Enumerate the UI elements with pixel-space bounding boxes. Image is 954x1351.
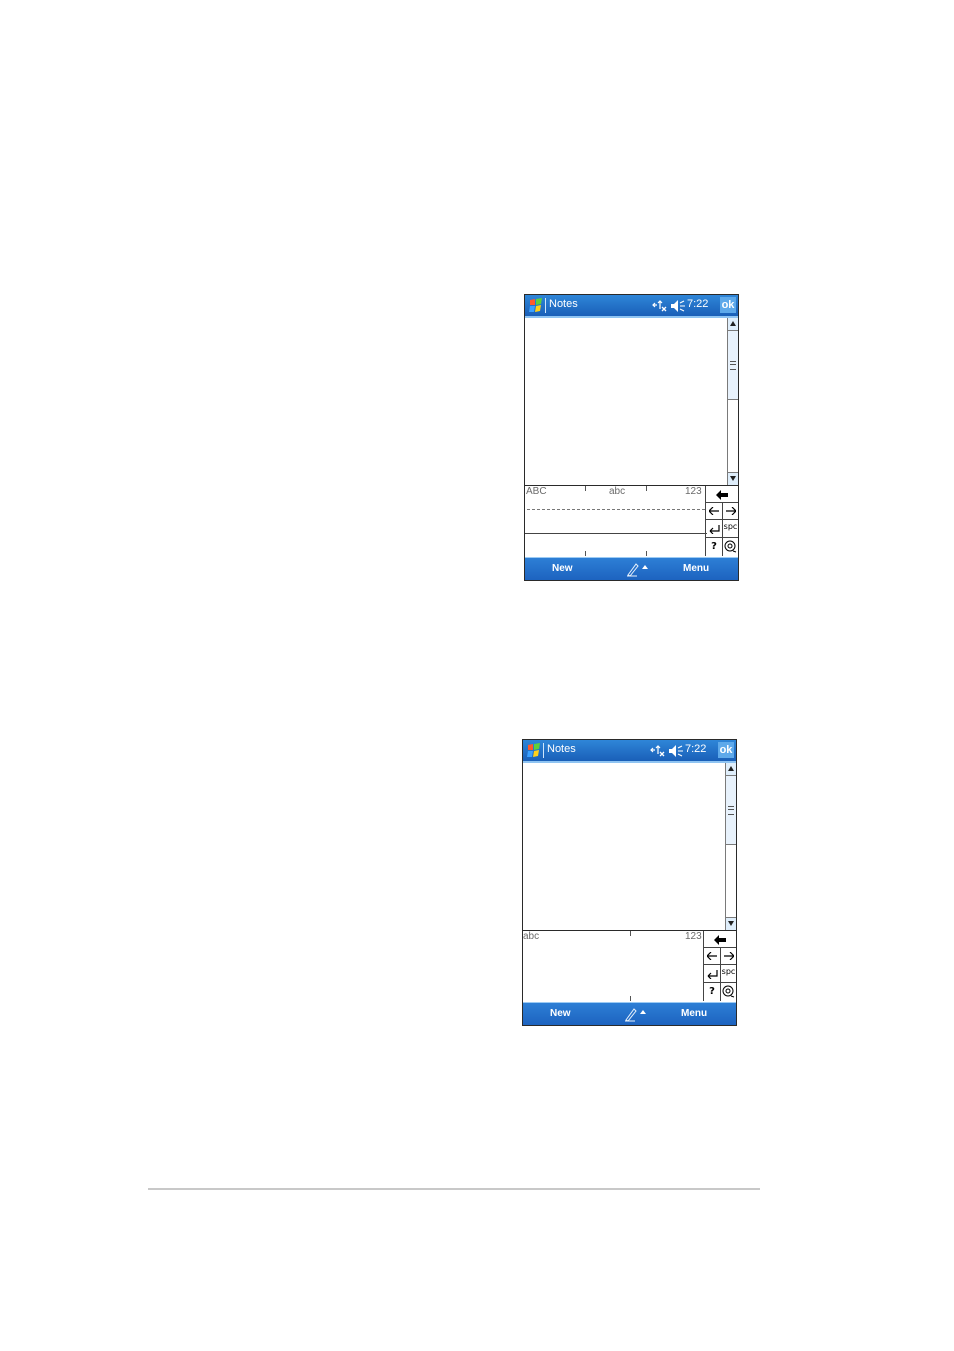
scroll-thumb[interactable] xyxy=(728,331,738,400)
scroll-up-button[interactable] xyxy=(726,763,736,776)
enter-key[interactable] xyxy=(704,965,720,983)
menu-button[interactable]: Menu xyxy=(683,563,709,574)
grip-icon xyxy=(730,361,736,370)
menu-bar: New Menu xyxy=(523,1002,736,1025)
down-arrow-icon xyxy=(728,921,734,926)
input-panel: abc 123 spc ? xyxy=(523,930,736,1001)
left-arrow-key[interactable] xyxy=(704,948,720,965)
grip-icon xyxy=(728,806,734,815)
left-arrow-key[interactable] xyxy=(706,503,722,520)
ok-button[interactable]: ok xyxy=(720,297,736,313)
right-arrow-icon xyxy=(723,951,734,961)
recognizer-keys: spc ? xyxy=(703,931,736,1001)
note-writing-area[interactable] xyxy=(523,763,725,930)
space-key[interactable]: spc xyxy=(720,965,736,983)
backspace-icon xyxy=(716,490,728,500)
navigation-bar: Notes 7:22 ok xyxy=(523,740,736,763)
vertical-scrollbar[interactable] xyxy=(725,763,736,930)
up-arrow-icon xyxy=(730,321,736,326)
input-panel: ABC abc 123 spc ? xyxy=(525,485,738,556)
page-footer-rule xyxy=(148,1188,760,1190)
speaker-icon[interactable] xyxy=(670,299,686,313)
app-title: Notes xyxy=(549,298,578,310)
vertical-scrollbar[interactable] xyxy=(727,318,738,485)
space-key[interactable]: spc xyxy=(722,520,738,538)
pen-icon[interactable] xyxy=(623,1006,649,1022)
navigation-bar: Notes 7:22 ok xyxy=(525,295,738,318)
enter-icon xyxy=(709,525,720,535)
pda-screen-notes-2: Notes 7:22 ok abc 123 spc ? New Menu xyxy=(522,739,737,1026)
menu-bar: New Menu xyxy=(525,557,738,580)
right-arrow-icon xyxy=(725,506,736,516)
at-icon xyxy=(722,985,735,998)
new-button[interactable]: New xyxy=(550,1008,571,1019)
note-writing-area[interactable] xyxy=(525,318,727,485)
scroll-down-button[interactable] xyxy=(728,472,738,485)
app-title: Notes xyxy=(547,743,576,755)
left-arrow-icon xyxy=(708,506,719,516)
start-icon[interactable] xyxy=(527,297,544,314)
new-button[interactable]: New xyxy=(552,563,573,574)
handwriting-zone[interactable] xyxy=(525,486,707,556)
nav-separator xyxy=(543,743,544,758)
backspace-key[interactable] xyxy=(706,486,738,503)
scroll-down-button[interactable] xyxy=(726,917,736,930)
menu-button[interactable]: Menu xyxy=(681,1008,707,1019)
right-arrow-key[interactable] xyxy=(722,503,738,520)
backspace-key[interactable] xyxy=(704,931,736,948)
up-arrow-icon xyxy=(728,766,734,771)
right-arrow-key[interactable] xyxy=(720,948,736,965)
clock[interactable]: 7:22 xyxy=(685,743,706,755)
start-icon[interactable] xyxy=(525,742,542,759)
backspace-icon xyxy=(714,935,726,945)
symbols-key[interactable] xyxy=(722,538,738,556)
pen-icon[interactable] xyxy=(625,561,651,577)
speaker-icon[interactable] xyxy=(668,744,684,758)
symbols-key[interactable] xyxy=(720,983,736,1001)
enter-key[interactable] xyxy=(706,520,722,538)
nav-separator xyxy=(545,298,546,313)
scroll-thumb[interactable] xyxy=(726,776,736,845)
connectivity-icon[interactable] xyxy=(652,299,668,313)
ok-button[interactable]: ok xyxy=(718,742,734,758)
left-arrow-icon xyxy=(706,951,717,961)
recognizer-keys: spc ? xyxy=(705,486,738,556)
scroll-up-button[interactable] xyxy=(728,318,738,331)
at-icon xyxy=(724,540,737,553)
help-key[interactable]: ? xyxy=(704,983,720,1001)
down-arrow-icon xyxy=(730,476,736,481)
pda-screen-notes-1: Notes 7:22 ok ABC abc 123 spc ? New Menu xyxy=(524,294,739,581)
clock[interactable]: 7:22 xyxy=(687,298,708,310)
enter-icon xyxy=(707,970,718,980)
help-key[interactable]: ? xyxy=(706,538,722,556)
handwriting-zone[interactable] xyxy=(523,931,705,1001)
connectivity-icon[interactable] xyxy=(650,744,666,758)
